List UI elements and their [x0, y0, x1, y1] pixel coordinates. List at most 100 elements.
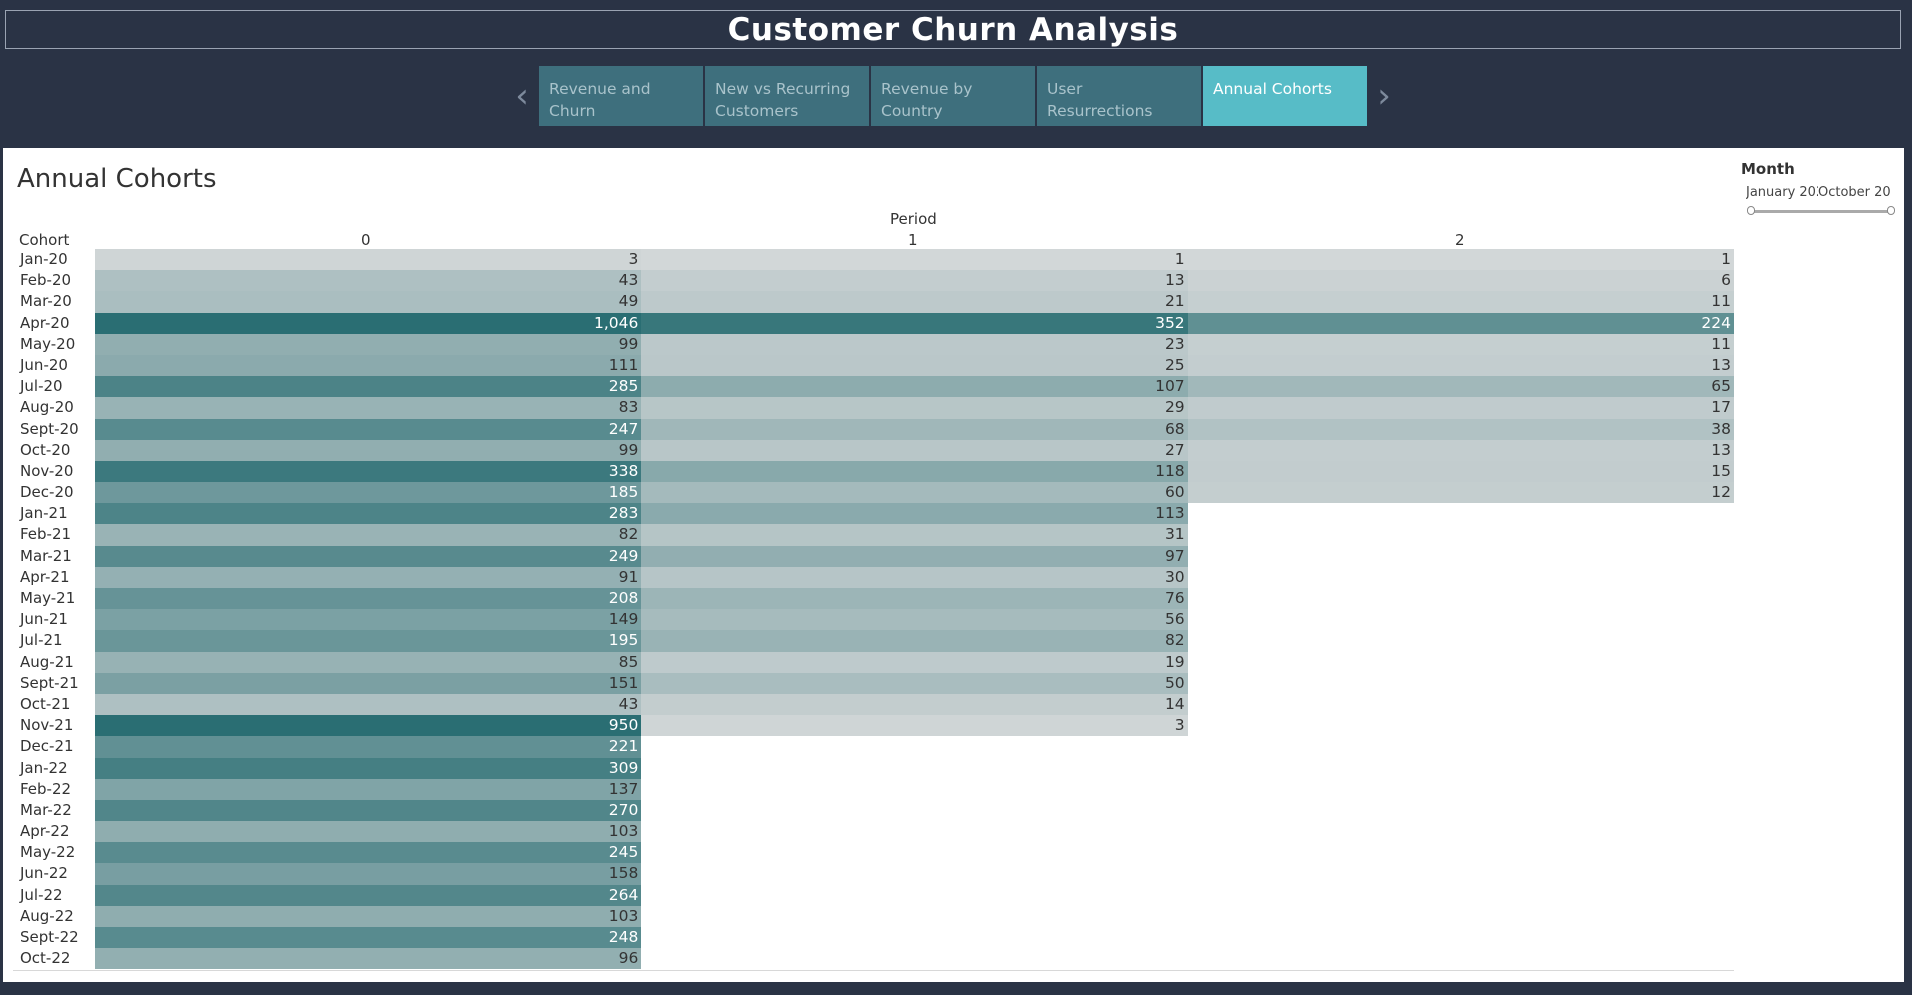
heatmap-cell[interactable]: 11 — [1187, 333, 1735, 355]
heatmap-cell[interactable]: 149 — [94, 609, 642, 631]
heatmap-cell[interactable]: 68 — [641, 418, 1188, 440]
heatmap-cell[interactable]: 103 — [94, 821, 642, 843]
heatmap-cell[interactable]: 111 — [94, 354, 642, 377]
heatmap-cell[interactable]: 283 — [94, 503, 642, 525]
heatmap-cell[interactable]: 91 — [94, 566, 642, 588]
heatmap-cell[interactable] — [641, 842, 1187, 863]
tab-user-resurrections[interactable]: User Resurrections — [1037, 66, 1201, 126]
heatmap-cell[interactable] — [1188, 694, 1734, 715]
heatmap-cell[interactable]: 285 — [94, 376, 642, 398]
heatmap-cell[interactable] — [1188, 609, 1734, 630]
heatmap-cell[interactable]: 338 — [94, 460, 642, 483]
heatmap-cell[interactable]: 27 — [641, 439, 1188, 461]
heatmap-cell[interactable]: 85 — [94, 651, 642, 673]
tab-annual-cohorts[interactable]: Annual Cohorts — [1203, 66, 1367, 126]
heatmap-cell[interactable] — [1188, 673, 1734, 694]
heatmap-cell[interactable]: 82 — [641, 630, 1188, 652]
heatmap-cell[interactable]: 6 — [1187, 270, 1735, 292]
heatmap-cell[interactable]: 1 — [1187, 249, 1735, 271]
heatmap-cell[interactable] — [1188, 885, 1734, 906]
heatmap-cell[interactable]: 208 — [94, 588, 642, 610]
heatmap-cell[interactable] — [1188, 779, 1734, 800]
tab-revenue-by-country[interactable]: Revenue by Country — [871, 66, 1035, 126]
heatmap-cell[interactable]: 158 — [94, 863, 642, 885]
heatmap-cell[interactable] — [1188, 503, 1734, 524]
heatmap-cell[interactable]: 1 — [641, 249, 1188, 271]
heatmap-cell[interactable]: 118 — [641, 460, 1188, 483]
heatmap-cell[interactable]: 352 — [641, 312, 1188, 334]
heatmap-cell[interactable]: 14 — [641, 693, 1188, 716]
heatmap-cell[interactable]: 13 — [641, 270, 1188, 292]
heatmap-cell[interactable]: 11 — [1187, 291, 1735, 313]
tab-new-vs-recurring-customers[interactable]: New vs Recurring Customers — [705, 66, 869, 126]
heatmap-cell[interactable]: 82 — [94, 524, 642, 546]
heatmap-cell[interactable] — [641, 821, 1187, 842]
slider-start-handle[interactable] — [1747, 206, 1755, 215]
heatmap-cell[interactable]: 56 — [641, 609, 1188, 631]
heatmap-cell[interactable]: 25 — [641, 354, 1188, 377]
heatmap-cell[interactable] — [1188, 821, 1734, 842]
chevron-right-icon[interactable]: › — [1372, 76, 1396, 116]
heatmap-cell[interactable]: 113 — [641, 503, 1188, 525]
heatmap-cell[interactable]: 247 — [94, 418, 642, 440]
heatmap-cell[interactable] — [1188, 948, 1734, 969]
heatmap-cell[interactable] — [641, 948, 1187, 969]
heatmap-cell[interactable] — [641, 885, 1187, 906]
heatmap-cell[interactable]: 19 — [641, 651, 1188, 673]
heatmap-cell[interactable]: 49 — [94, 291, 642, 313]
heatmap-cell[interactable] — [641, 906, 1187, 927]
heatmap-cell[interactable]: 31 — [641, 524, 1188, 546]
heatmap-cell[interactable]: 60 — [641, 482, 1188, 504]
heatmap-cell[interactable] — [1188, 715, 1734, 736]
heatmap-cell[interactable] — [1188, 588, 1734, 609]
heatmap-cell[interactable]: 83 — [94, 397, 642, 419]
heatmap-cell[interactable]: 38 — [1187, 418, 1735, 440]
heatmap-cell[interactable]: 195 — [94, 630, 642, 652]
heatmap-cell[interactable]: 50 — [641, 672, 1188, 694]
heatmap-cell[interactable] — [1188, 736, 1734, 757]
tab-revenue-and-churn[interactable]: Revenue and Churn — [539, 66, 703, 126]
heatmap-cell[interactable]: 29 — [641, 397, 1188, 419]
heatmap-cell[interactable]: 950 — [94, 715, 642, 737]
heatmap-cell[interactable]: 185 — [94, 482, 642, 504]
heatmap-cell[interactable] — [1188, 630, 1734, 651]
heatmap-cell[interactable] — [1188, 567, 1734, 588]
heatmap-cell[interactable]: 65 — [1187, 376, 1735, 398]
heatmap-cell[interactable]: 137 — [94, 778, 642, 800]
heatmap-cell[interactable] — [1188, 652, 1734, 673]
heatmap-cell[interactable]: 107 — [641, 376, 1188, 398]
heatmap-cell[interactable]: 103 — [94, 905, 642, 927]
heatmap-cell[interactable]: 249 — [94, 545, 642, 567]
heatmap-cell[interactable]: 23 — [641, 333, 1188, 355]
chevron-left-icon[interactable]: ‹ — [510, 76, 534, 116]
heatmap-cell[interactable] — [641, 758, 1187, 779]
heatmap-cell[interactable]: 17 — [1187, 397, 1735, 419]
heatmap-cell[interactable] — [1188, 546, 1734, 567]
heatmap-cell[interactable]: 97 — [641, 545, 1188, 567]
heatmap-cell[interactable] — [641, 736, 1187, 757]
heatmap-cell[interactable] — [1188, 758, 1734, 779]
heatmap-cell[interactable] — [641, 779, 1187, 800]
heatmap-cell[interactable]: 264 — [94, 884, 642, 906]
heatmap-cell[interactable]: 221 — [94, 736, 642, 758]
heatmap-cell[interactable] — [1188, 800, 1734, 821]
heatmap-cell[interactable]: 151 — [94, 672, 642, 694]
heatmap-cell[interactable] — [1188, 906, 1734, 927]
heatmap-cell[interactable]: 3 — [94, 249, 642, 271]
heatmap-cell[interactable]: 12 — [1187, 482, 1735, 504]
heatmap-cell[interactable] — [1188, 524, 1734, 545]
heatmap-cell[interactable]: 248 — [94, 927, 642, 949]
heatmap-cell[interactable]: 21 — [641, 291, 1188, 313]
heatmap-cell[interactable] — [641, 800, 1187, 821]
month-range-slider[interactable] — [1747, 206, 1895, 215]
heatmap-cell[interactable] — [1188, 842, 1734, 863]
heatmap-cell[interactable]: 96 — [94, 948, 642, 970]
heatmap-cell[interactable]: 15 — [1187, 460, 1735, 483]
heatmap-cell[interactable]: 3 — [641, 715, 1188, 737]
heatmap-cell[interactable]: 13 — [1187, 354, 1735, 377]
heatmap-cell[interactable] — [641, 863, 1187, 884]
heatmap-cell[interactable]: 270 — [94, 799, 642, 822]
heatmap-cell[interactable]: 224 — [1187, 312, 1735, 334]
heatmap-cell[interactable]: 13 — [1187, 439, 1735, 461]
heatmap-cell[interactable] — [1188, 863, 1734, 884]
